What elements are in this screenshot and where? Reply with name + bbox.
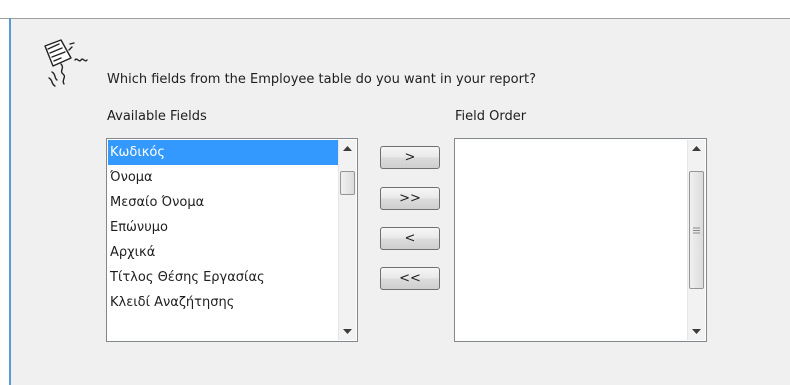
list-item[interactable]: Επώνυμο xyxy=(108,215,338,240)
available-fields-scrollbar[interactable] xyxy=(338,140,356,340)
list-item[interactable]: Κλειδί Αναζήτησης xyxy=(108,290,338,315)
list-item[interactable]: Τίτλος Θέσης Εργασίας xyxy=(108,265,338,290)
field-order-scrollbar[interactable] xyxy=(687,140,705,340)
window-top-edge xyxy=(0,0,790,19)
remove-all-fields-button[interactable]: << xyxy=(380,267,440,290)
grip-icon xyxy=(693,227,700,233)
available-fields-label: Available Fields xyxy=(107,109,207,124)
add-all-fields-button[interactable]: >> xyxy=(380,187,440,210)
scroll-up-arrow-icon[interactable] xyxy=(688,140,705,157)
scroll-up-arrow-icon[interactable] xyxy=(339,140,356,157)
wizard-question: Which fields from the Employee table do … xyxy=(107,72,536,87)
scrollbar-thumb[interactable] xyxy=(689,171,704,289)
list-item[interactable]: Μεσαίο Όνομα xyxy=(108,190,338,215)
field-order-list[interactable] xyxy=(454,138,707,342)
scrollbar-thumb[interactable] xyxy=(340,171,355,195)
field-order-label: Field Order xyxy=(455,109,527,124)
remove-field-button[interactable]: < xyxy=(380,227,440,250)
list-item[interactable]: Αρχικά xyxy=(108,240,338,265)
list-item[interactable]: Κωδικός xyxy=(108,140,338,165)
available-fields-list[interactable]: Κωδικός Όνομα Μεσαίο Όνομα Επώνυμο Αρχικ… xyxy=(106,138,358,342)
scroll-down-arrow-icon[interactable] xyxy=(339,323,356,340)
add-field-button[interactable]: > xyxy=(380,146,440,169)
list-item[interactable]: Όνομα xyxy=(108,165,338,190)
report-wizard-icon xyxy=(44,39,88,87)
scroll-down-arrow-icon[interactable] xyxy=(688,323,705,340)
